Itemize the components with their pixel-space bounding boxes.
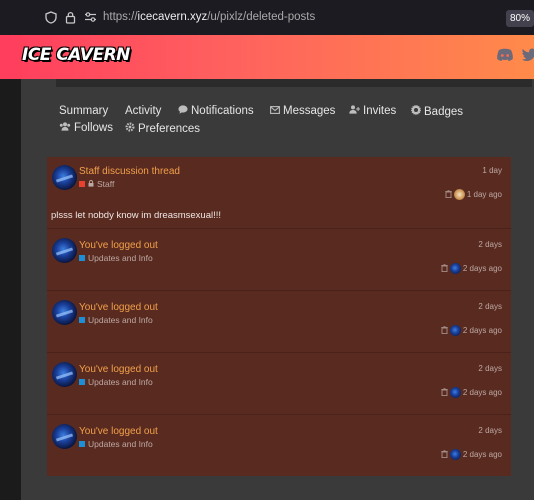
shield-icon[interactable] xyxy=(44,11,58,25)
avatar[interactable] xyxy=(52,165,77,190)
post-meta-age: 2 days ago xyxy=(462,326,502,335)
category-label: Staff xyxy=(97,179,115,189)
category-color-badge xyxy=(79,441,85,447)
post-excerpt: plsss let nobdy know im dreasmsexual!!! xyxy=(51,210,222,221)
site-header: ICE CAVERN xyxy=(0,35,534,79)
trash-icon xyxy=(441,449,448,460)
lock-icon xyxy=(88,179,94,189)
zoom-level-button[interactable]: 80% xyxy=(506,10,534,27)
browser-toolbar: https://icecavern.xyz/u/pixlz/deleted-po… xyxy=(0,0,534,35)
user-plus-icon xyxy=(349,105,361,117)
post-age: 1 day xyxy=(482,166,502,175)
post-age: 2 days xyxy=(478,364,502,373)
post-title[interactable]: You've logged out xyxy=(79,364,158,375)
post-meta-age: 2 days ago xyxy=(462,264,502,273)
nav-activity-label: Activity xyxy=(125,105,162,117)
trash-icon xyxy=(441,325,448,336)
nav-badges-label: Badges xyxy=(424,105,464,118)
avatar[interactable] xyxy=(52,362,77,387)
trash-icon xyxy=(445,189,452,200)
envelope-icon xyxy=(270,105,280,117)
permissions-icon[interactable] xyxy=(83,11,97,25)
post-meta: 2 days ago xyxy=(441,387,502,398)
address-bar[interactable]: https://icecavern.xyz/u/pixlz/deleted-po… xyxy=(103,11,315,23)
post-age: 2 days xyxy=(478,426,502,435)
nav-notifications-label: Notifications xyxy=(191,105,254,117)
post-meta: 2 days ago xyxy=(441,263,502,274)
avatar[interactable] xyxy=(52,238,77,263)
deleted-by-avatar[interactable] xyxy=(449,449,461,460)
category-color-badge xyxy=(79,255,85,261)
lock-icon[interactable] xyxy=(63,11,77,25)
profile-stats-strip xyxy=(56,79,532,87)
post-item: Staff discussion thread Staff 1 day 1 da… xyxy=(47,157,511,229)
category-color-badge xyxy=(79,379,85,385)
category-color-badge xyxy=(79,181,85,187)
post-category[interactable]: Staff xyxy=(79,179,114,189)
nav-preferences-label: Preferences xyxy=(138,122,201,135)
nav-follows[interactable]: Follows xyxy=(59,122,113,134)
nav-notifications[interactable]: Notifications xyxy=(178,105,254,117)
deleted-posts-list: Staff discussion thread Staff 1 day 1 da… xyxy=(47,157,511,476)
post-category[interactable]: Updates and Info xyxy=(79,439,153,449)
nav-activity[interactable]: Activity xyxy=(125,105,161,117)
post-item: You've logged out Updates and Info 2 day… xyxy=(47,292,511,353)
post-meta-age: 1 day ago xyxy=(466,190,502,199)
post-meta: 2 days ago xyxy=(441,325,502,336)
post-category[interactable]: Updates and Info xyxy=(79,253,153,263)
deleted-by-avatar[interactable] xyxy=(449,325,461,336)
post-title[interactable]: You've logged out xyxy=(79,240,158,251)
nav-summary[interactable]: Summary xyxy=(59,105,108,117)
nav-badges[interactable]: Badges xyxy=(411,105,463,118)
site-logo[interactable]: ICE CAVERN xyxy=(22,45,130,65)
post-age: 2 days xyxy=(478,240,502,249)
post-category[interactable]: Updates and Info xyxy=(79,377,153,387)
comment-icon xyxy=(178,105,188,117)
url-scheme: https:// xyxy=(103,11,138,23)
trash-icon xyxy=(441,263,448,274)
post-title[interactable]: You've logged out xyxy=(79,302,158,313)
nav-summary-label: Summary xyxy=(59,105,109,117)
post-meta: 1 day ago xyxy=(445,189,502,200)
post-item: You've logged out Updates and Info 2 day… xyxy=(47,354,511,415)
page-gutter xyxy=(0,79,21,500)
category-color-badge xyxy=(79,317,85,323)
nav-messages[interactable]: Messages xyxy=(270,105,335,117)
category-label: Updates and Info xyxy=(88,253,153,263)
post-meta-age: 2 days ago xyxy=(462,450,502,459)
avatar[interactable] xyxy=(52,300,77,325)
post-age: 2 days xyxy=(478,302,502,311)
users-icon xyxy=(59,122,71,134)
nav-follows-label: Follows xyxy=(74,122,113,134)
trash-icon xyxy=(441,387,448,398)
category-label: Updates and Info xyxy=(88,377,153,387)
certificate-icon xyxy=(411,105,421,118)
avatar[interactable] xyxy=(52,424,77,449)
category-label: Updates and Info xyxy=(88,315,153,325)
post-item: You've logged out Updates and Info 2 day… xyxy=(47,416,511,476)
post-item: You've logged out Updates and Info 2 day… xyxy=(47,230,511,291)
post-meta-age: 2 days ago xyxy=(462,388,502,397)
deleted-by-avatar[interactable] xyxy=(453,189,465,200)
category-label: Updates and Info xyxy=(88,439,153,449)
url-domain: icecavern.xyz xyxy=(137,11,208,23)
nav-messages-label: Messages xyxy=(283,105,336,117)
gear-icon xyxy=(125,122,135,135)
post-category[interactable]: Updates and Info xyxy=(79,315,153,325)
deleted-by-avatar[interactable] xyxy=(449,263,461,274)
deleted-by-avatar[interactable] xyxy=(449,387,461,398)
post-title[interactable]: You've logged out xyxy=(79,426,158,437)
nav-preferences[interactable]: Preferences xyxy=(125,122,200,135)
twitter-icon[interactable] xyxy=(521,48,534,64)
nav-invites-label: Invites xyxy=(363,105,397,117)
discord-icon[interactable] xyxy=(496,48,514,64)
post-meta: 2 days ago xyxy=(441,449,502,460)
post-title[interactable]: Staff discussion thread xyxy=(79,166,180,177)
url-path: /u/pixlz/deleted-posts xyxy=(207,11,316,23)
nav-invites[interactable]: Invites xyxy=(349,105,396,117)
